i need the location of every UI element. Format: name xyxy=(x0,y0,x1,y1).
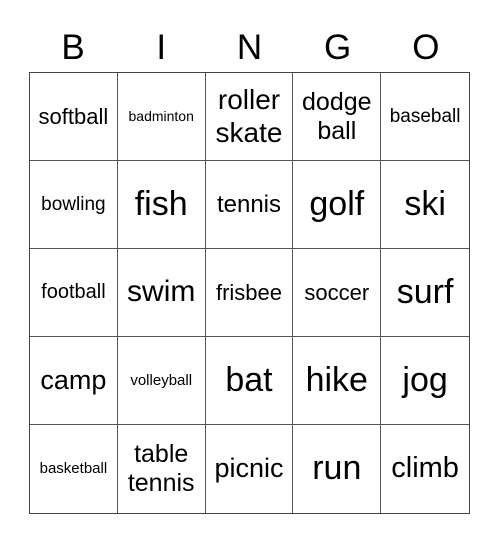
bingo-cell[interactable]: softball xyxy=(30,73,118,161)
bingo-cell[interactable]: basketball xyxy=(30,425,118,513)
bingo-card-grid: softball badminton roller skate dodge ba… xyxy=(29,72,470,514)
bingo-cell[interactable]: volleyball xyxy=(117,337,206,425)
bingo-cell[interactable]: tennis xyxy=(205,161,294,249)
bingo-cell[interactable]: dodge ball xyxy=(293,73,382,161)
header-letter-i: I xyxy=(156,28,167,67)
bingo-cell[interactable]: bowling xyxy=(30,161,118,249)
header-letter-g: G xyxy=(324,28,352,67)
bingo-cell[interactable]: jog xyxy=(381,337,469,425)
bingo-cell[interactable]: baseball xyxy=(381,73,469,161)
bingo-cell[interactable]: table tennis xyxy=(118,425,206,513)
bingo-cell[interactable]: badminton xyxy=(117,73,206,161)
bingo-header: B I N G O xyxy=(29,26,470,70)
bingo-cell[interactable]: fish xyxy=(117,161,206,249)
header-letter-b: B xyxy=(61,28,85,67)
bingo-cell[interactable]: frisbee xyxy=(205,249,294,337)
bingo-cell[interactable]: football xyxy=(30,249,118,337)
bingo-cell[interactable]: bat xyxy=(205,337,294,425)
bingo-cell[interactable]: swim xyxy=(117,249,206,337)
bingo-cell[interactable]: ski xyxy=(381,161,469,249)
bingo-cell[interactable]: climb xyxy=(381,425,469,513)
bingo-cell[interactable]: picnic xyxy=(206,425,294,513)
bingo-cell[interactable]: run xyxy=(293,425,382,513)
bingo-cell[interactable]: golf xyxy=(293,161,382,249)
header-letter-o: O xyxy=(412,28,440,67)
bingo-cell[interactable]: soccer xyxy=(293,249,382,337)
header-letter-n: N xyxy=(236,28,263,67)
bingo-cell[interactable]: surf xyxy=(381,249,469,337)
bingo-cell[interactable]: camp xyxy=(30,337,118,425)
bingo-cell[interactable]: hike xyxy=(293,337,382,425)
bingo-cell[interactable]: roller skate xyxy=(205,73,294,161)
